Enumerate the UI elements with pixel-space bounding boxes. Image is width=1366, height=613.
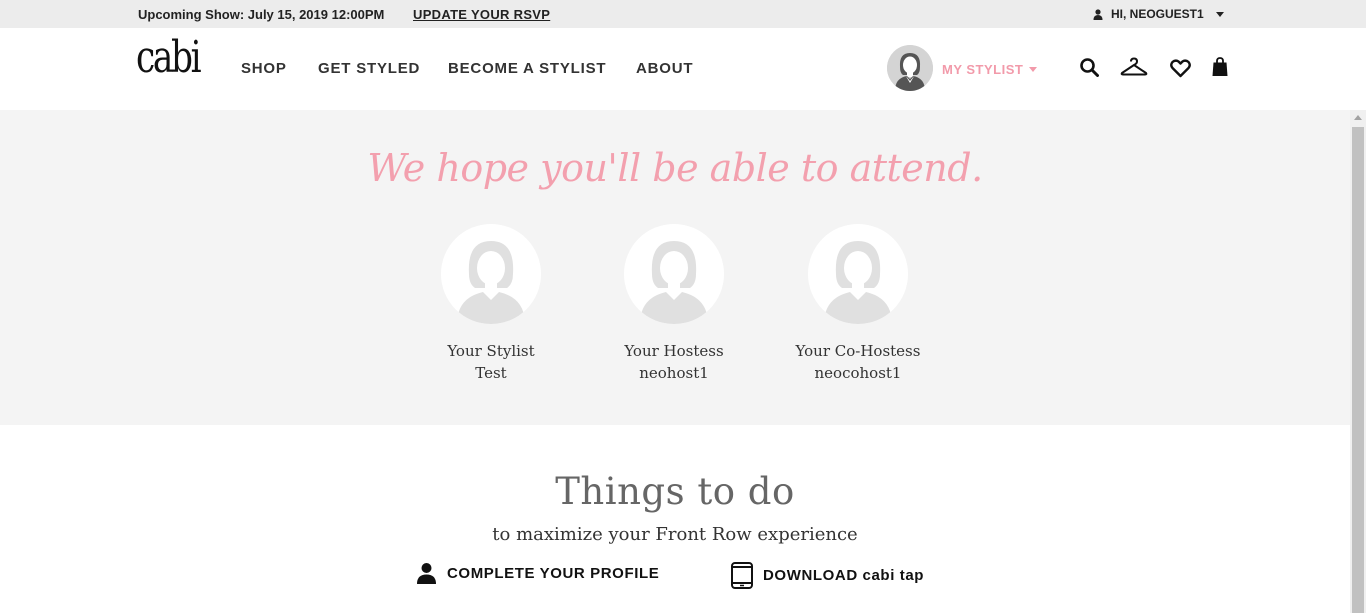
hostess-name: neohost1 — [639, 364, 709, 382]
profile-icon — [417, 563, 436, 584]
scrollbar-thumb[interactable] — [1352, 127, 1364, 613]
account-greeting: HI, NEOGUEST1 — [1111, 7, 1204, 21]
hostess-card: Your Hostess neohost1 — [584, 224, 764, 382]
complete-profile-label: COMPLETE YOUR PROFILE — [447, 564, 660, 582]
cohostess-name: neocohost1 — [814, 364, 902, 382]
avatar-placeholder-icon — [808, 224, 908, 324]
my-stylist-dropdown[interactable]: MY STYLIST — [942, 62, 1038, 77]
hero-title: We hope you'll be able to attend. — [367, 146, 983, 190]
avatar-placeholder-icon — [887, 45, 933, 91]
stylist-name: Test — [475, 364, 507, 382]
cabi-logo[interactable]: cabi — [136, 36, 202, 80]
announcement-bar: Upcoming Show: July 15, 2019 12:00PM UPD… — [0, 0, 1366, 28]
shopping-bag-icon[interactable] — [1212, 57, 1228, 77]
phone-icon — [731, 562, 753, 589]
hostess-avatar-image — [624, 224, 724, 324]
nav-about[interactable]: ABOUT — [636, 60, 693, 77]
search-icon[interactable] — [1080, 58, 1099, 77]
site-header: cabi SHOP GET STYLED BECOME A STYLIST AB… — [0, 28, 1366, 110]
my-stylist-label: MY STYLIST — [942, 62, 1024, 77]
cohostess-card: Your Co-Hostess neocohost1 — [768, 224, 948, 382]
stylist-role: Your Stylist — [447, 342, 535, 360]
download-cabi-tap-link[interactable]: DOWNLOAD cabi tap — [731, 562, 924, 589]
user-icon — [1093, 8, 1103, 20]
scroll-up-icon[interactable] — [1354, 115, 1362, 120]
download-cabi-tap-label: DOWNLOAD cabi tap — [763, 567, 925, 584]
nav-get-styled[interactable]: GET STYLED — [318, 60, 420, 77]
account-menu[interactable]: HI, NEOGUEST1 — [1093, 7, 1224, 21]
nav-shop[interactable]: SHOP — [241, 60, 287, 77]
things-to-do-subtitle: to maximize your Front Row experience — [492, 524, 858, 545]
complete-profile-link[interactable]: COMPLETE YOUR PROFILE — [416, 562, 659, 584]
avatar-placeholder-icon — [624, 224, 724, 324]
hostess-role: Your Hostess — [624, 342, 724, 360]
update-rsvp-link[interactable]: UPDATE YOUR RSVP — [413, 7, 550, 22]
hanger-icon[interactable] — [1120, 57, 1148, 77]
stylist-avatar[interactable] — [887, 45, 933, 91]
chevron-down-icon — [1029, 67, 1038, 72]
cohostess-avatar-image — [808, 224, 908, 324]
stylist-card: Your Stylist Test — [401, 224, 581, 382]
avatar-placeholder-icon — [441, 224, 541, 324]
heart-icon[interactable] — [1170, 59, 1191, 78]
chevron-down-icon — [1215, 11, 1224, 17]
things-to-do-title: Things to do — [555, 470, 795, 513]
upcoming-show-text: Upcoming Show: July 15, 2019 12:00PM — [138, 7, 385, 22]
stylist-avatar-image — [441, 224, 541, 324]
attendance-hero: We hope you'll be able to attend. Your S… — [0, 110, 1350, 425]
cohostess-role: Your Co-Hostess — [795, 342, 921, 360]
page-scrollbar[interactable] — [1350, 110, 1366, 613]
nav-become-a-stylist[interactable]: BECOME A STYLIST — [448, 60, 606, 77]
